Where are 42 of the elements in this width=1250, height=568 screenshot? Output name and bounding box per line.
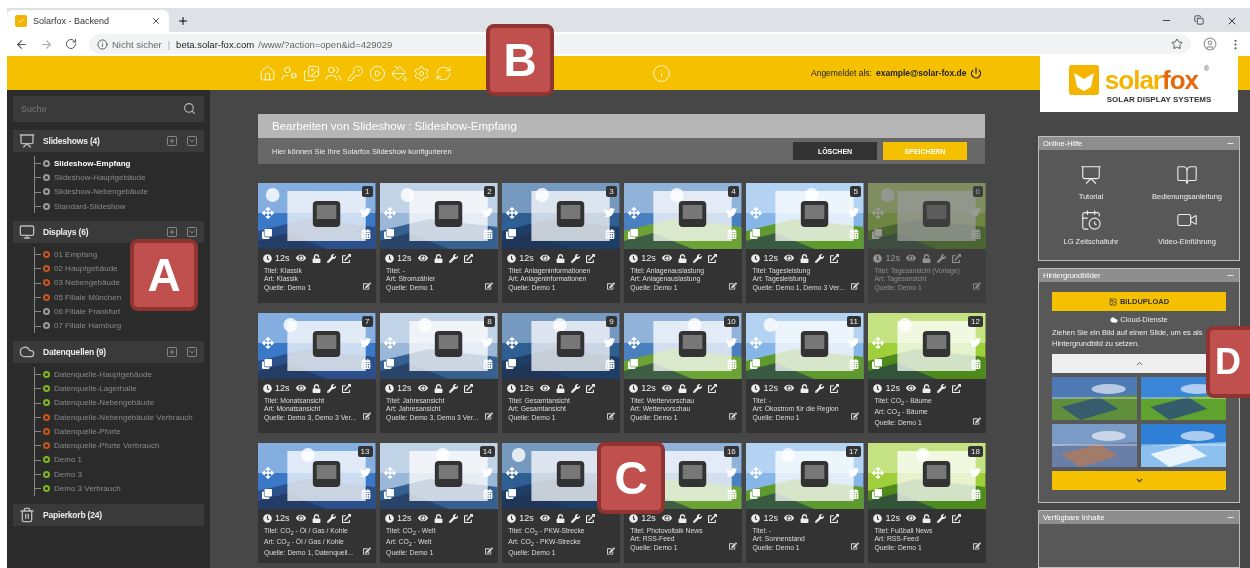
slide-number: 5 bbox=[850, 186, 861, 197]
duration: 12s bbox=[641, 253, 656, 263]
editor-title: Bearbeiten von Slideshow : Slideshow-Empfang bbox=[258, 114, 985, 138]
duration: 12s bbox=[397, 513, 412, 523]
slide-number: 10 bbox=[723, 316, 739, 327]
duration: 12s bbox=[275, 383, 290, 393]
slide-number: 16 bbox=[723, 446, 739, 457]
slide-number: 2 bbox=[484, 186, 495, 197]
duration: 12s bbox=[763, 383, 778, 393]
slide-number: 14 bbox=[479, 446, 495, 457]
slide-number: 4 bbox=[728, 186, 739, 197]
duration: 12s bbox=[397, 383, 412, 393]
slide-number: 13 bbox=[357, 446, 373, 457]
slide-number: 6 bbox=[972, 186, 983, 197]
callout-tooltip: C bbox=[597, 442, 665, 514]
slide-number: 12 bbox=[968, 316, 983, 327]
duration: 12s bbox=[885, 513, 900, 523]
duration: 12s bbox=[519, 383, 534, 393]
duration: 12s bbox=[519, 253, 534, 263]
callout-tooltip: D bbox=[1206, 326, 1250, 398]
slide-number: 3 bbox=[606, 186, 617, 197]
duration: 12s bbox=[641, 383, 656, 393]
duration: 12s bbox=[641, 513, 656, 523]
callout-tooltip: A bbox=[130, 239, 198, 311]
slide-number: 17 bbox=[845, 446, 861, 457]
callout-tooltip: B bbox=[486, 24, 554, 96]
duration: 12s bbox=[763, 253, 778, 263]
duration: 12s bbox=[885, 253, 900, 263]
slide-number: 8 bbox=[484, 316, 495, 327]
user-email: example@solar-fox.de bbox=[875, 68, 967, 78]
slide-number: 11 bbox=[846, 316, 861, 327]
duration: 12s bbox=[885, 383, 900, 393]
duration: 12s bbox=[397, 253, 412, 263]
slide-number: 9 bbox=[606, 316, 617, 327]
slide-number: 1 bbox=[362, 186, 373, 197]
login-label: Angemeldet als: bbox=[811, 68, 872, 78]
duration: 12s bbox=[275, 513, 290, 523]
slide-number: 7 bbox=[362, 316, 373, 327]
duration: 12s bbox=[763, 513, 778, 523]
slide-number: 18 bbox=[968, 446, 983, 457]
duration: 12s bbox=[519, 513, 534, 523]
duration: 12s bbox=[275, 253, 290, 263]
